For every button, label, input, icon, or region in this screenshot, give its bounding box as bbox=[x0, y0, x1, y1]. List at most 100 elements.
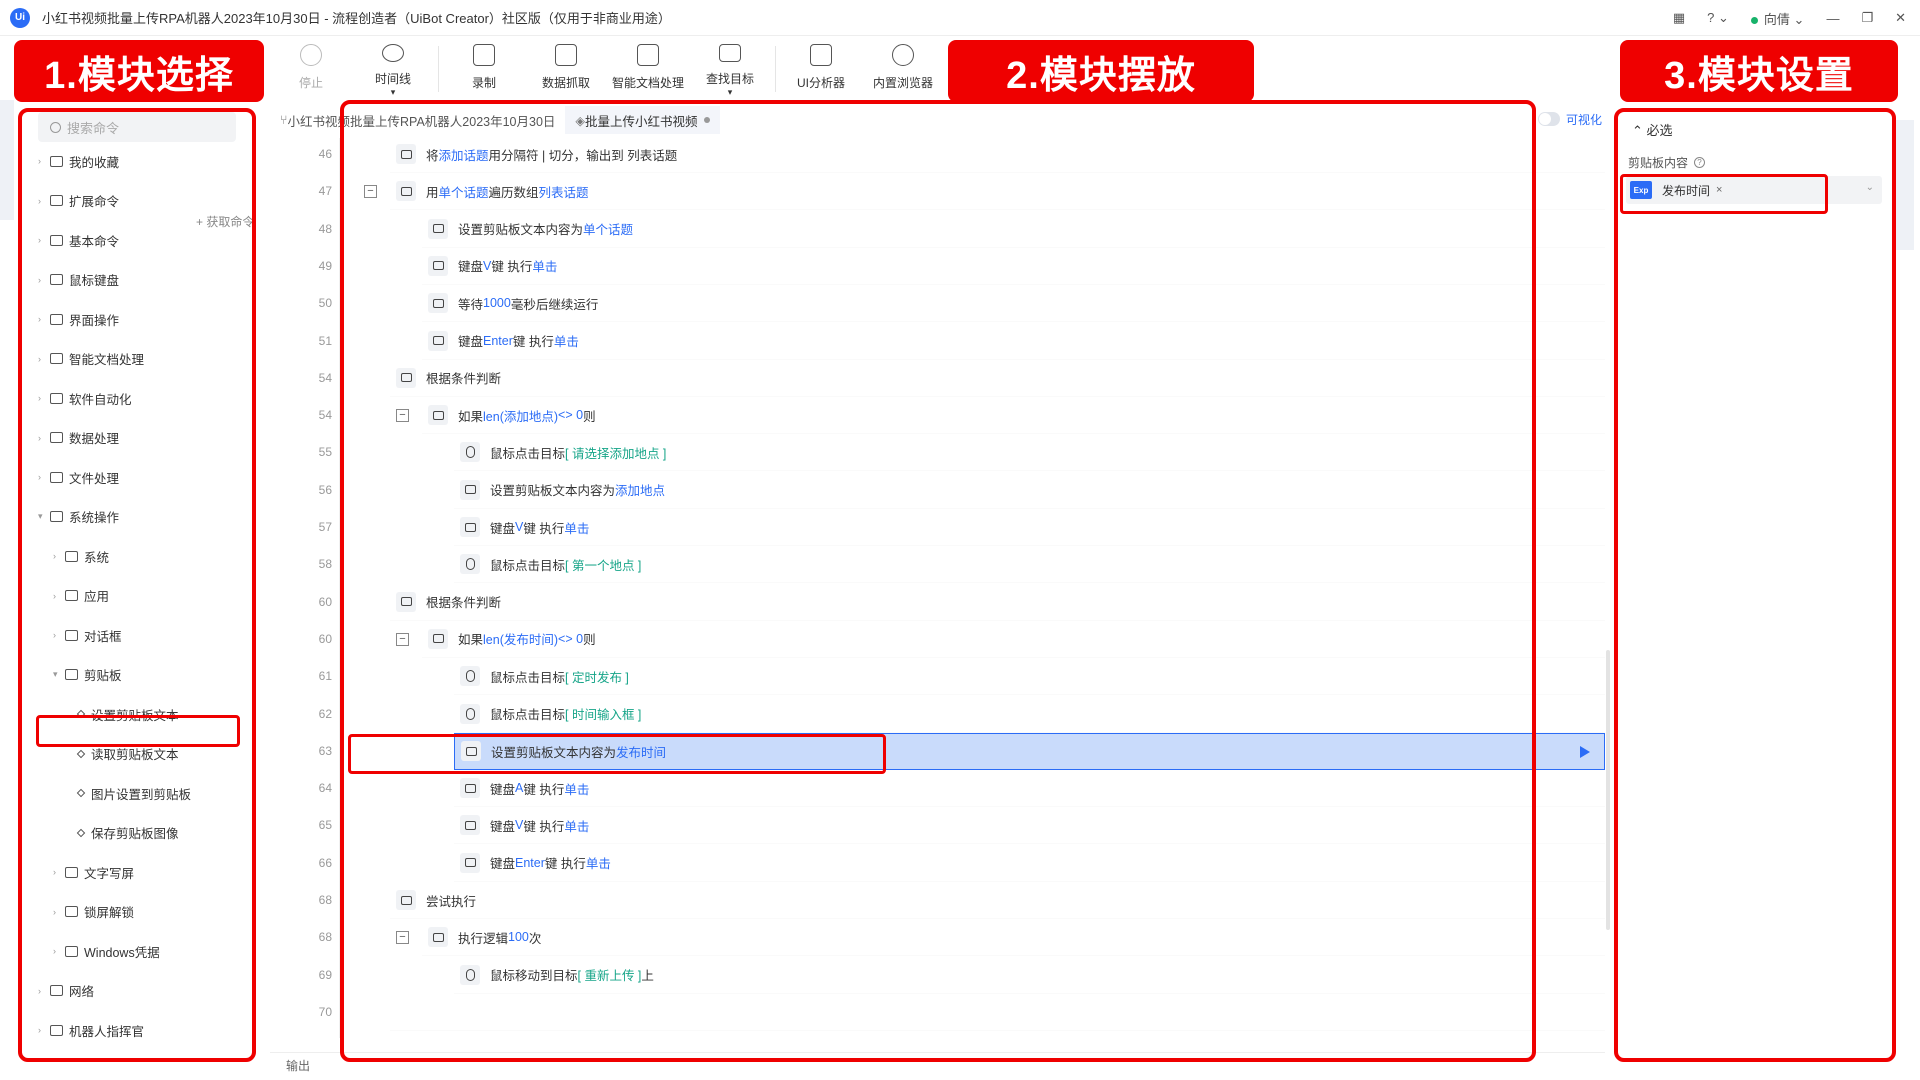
flow-row[interactable]: 尝试执行 bbox=[390, 882, 1605, 919]
toolbar-button-3[interactable]: 数据抓取 bbox=[525, 38, 607, 98]
caret-down-icon[interactable]: ▾ bbox=[38, 511, 50, 522]
minimize-icon[interactable]: — bbox=[1826, 11, 1839, 26]
flow-row[interactable]: 键盘 V 键 执行 单击 bbox=[422, 248, 1605, 285]
collapse-toggle-icon[interactable]: − bbox=[396, 409, 409, 423]
flow-row[interactable]: 执行逻辑 100 次 bbox=[422, 919, 1605, 957]
apps-grid-icon[interactable]: ▦ bbox=[1673, 10, 1685, 26]
flow-row[interactable]: 根据条件判断 bbox=[390, 360, 1605, 397]
flow-row[interactable]: 等待 1000 毫秒后继续运行 bbox=[422, 285, 1605, 323]
flow-row[interactable]: 用 单个话题 遍历数组 列表话题 bbox=[390, 173, 1605, 211]
flow-row[interactable]: 键盘 A 键 执行 单击 bbox=[454, 770, 1605, 808]
tree-item-20[interactable]: › Windows凭据 bbox=[53, 940, 160, 962]
tree-item-10[interactable]: › 系统 bbox=[53, 545, 109, 567]
caret-right-icon[interactable]: › bbox=[38, 314, 50, 324]
tree-item-6[interactable]: › 软件自动化 bbox=[38, 387, 132, 409]
caret-right-icon[interactable]: › bbox=[38, 1025, 50, 1035]
chevron-down-icon[interactable]: ⌄ bbox=[1866, 182, 1874, 193]
tree-item-14[interactable]: 设置剪贴板文本 bbox=[76, 703, 179, 725]
toolbar-button-2[interactable]: 录制 bbox=[443, 38, 525, 98]
caret-down-icon[interactable]: ▾ bbox=[53, 669, 65, 680]
expression-badge[interactable]: Exp bbox=[1630, 181, 1652, 199]
tree-item-22[interactable]: › 机器人指挥官 bbox=[38, 1019, 144, 1041]
flow-row[interactable]: 键盘 V 键 执行 单击 bbox=[454, 509, 1605, 546]
caret-right-icon[interactable]: › bbox=[38, 472, 50, 482]
get-command-button[interactable]: + 获取命令 bbox=[196, 213, 254, 230]
flow-row[interactable]: 鼠标点击目标 [ 第一个地点 ] bbox=[454, 546, 1605, 584]
flow-row[interactable]: 鼠标点击目标 [ 定时发布 ] bbox=[454, 658, 1605, 696]
toolbar-button-4[interactable]: 智能文档处理 bbox=[607, 38, 689, 98]
tree-item-12[interactable]: › 对话框 bbox=[53, 624, 122, 646]
tree-item-7[interactable]: › 数据处理 bbox=[38, 427, 119, 449]
caret-right-icon[interactable]: › bbox=[38, 196, 50, 206]
caret-right-icon[interactable]: › bbox=[53, 946, 65, 956]
help-circle-icon[interactable]: ? bbox=[1694, 157, 1706, 168]
caret-right-icon[interactable]: › bbox=[53, 551, 65, 561]
caret-right-icon[interactable]: › bbox=[53, 867, 65, 877]
tree-item-3[interactable]: › 鼠标键盘 bbox=[38, 269, 119, 291]
caret-right-icon[interactable]: › bbox=[38, 275, 50, 285]
required-section-header[interactable]: ⌃ 必选 bbox=[1632, 120, 1673, 139]
tree-item-9[interactable]: ▾ 系统操作 bbox=[38, 506, 119, 528]
tree-item-2[interactable]: › 基本命令 bbox=[38, 229, 119, 251]
flow-row[interactable]: 将 添加话题 用分隔符 | 切分，输出到 列表话题 bbox=[390, 136, 1605, 173]
toolbar-button-1[interactable]: 时间线 ▾ bbox=[352, 38, 434, 98]
toolbar-button-7[interactable]: 内置浏览器 bbox=[862, 38, 944, 98]
tree-item-5[interactable]: › 智能文档处理 bbox=[38, 348, 144, 370]
tree-item-21[interactable]: › 网络 bbox=[38, 980, 94, 1002]
flow-row[interactable]: 根据条件判断 bbox=[390, 584, 1605, 621]
collapse-toggle-icon[interactable]: − bbox=[364, 185, 377, 199]
flow-row[interactable]: 设置剪贴板文本内容为 添加地点 bbox=[454, 472, 1605, 509]
flow-row[interactable]: 键盘 Enter 键 执行 单击 bbox=[454, 845, 1605, 882]
tree-item-16[interactable]: 图片设置到剪贴板 bbox=[76, 782, 191, 804]
toolbar-button-0[interactable]: 停止 bbox=[270, 38, 352, 98]
caret-right-icon[interactable]: › bbox=[53, 907, 65, 917]
editor-tab-0[interactable]: ⑂ 小红书视频批量上传RPA机器人2023年10月30日 bbox=[270, 106, 565, 134]
tree-item-13[interactable]: ▾ 剪贴板 bbox=[53, 664, 122, 686]
tree-item-0[interactable]: › 我的收藏 bbox=[38, 150, 119, 172]
clipboard-content-input[interactable]: Exp 发布时间 × ⌄ bbox=[1626, 176, 1882, 204]
search-input[interactable]: 搜索命令 bbox=[38, 112, 236, 142]
caret-right-icon[interactable]: › bbox=[53, 591, 65, 601]
toolbar-button-5[interactable]: 查找目标 ▾ bbox=[689, 38, 771, 98]
run-play-icon[interactable] bbox=[1580, 745, 1590, 758]
restore-icon[interactable]: ❐ bbox=[1861, 10, 1873, 26]
tree-item-11[interactable]: › 应用 bbox=[53, 585, 109, 607]
tree-item-8[interactable]: › 文件处理 bbox=[38, 466, 119, 488]
toggle-switch-icon[interactable] bbox=[1538, 112, 1560, 126]
flow-row[interactable]: 鼠标移动到目标 [ 重新上传 ] 上 bbox=[454, 957, 1605, 994]
editor-tab-1[interactable]: ◈ 批量上传小红书视频 bbox=[565, 106, 720, 134]
caret-right-icon[interactable]: › bbox=[53, 630, 65, 640]
caret-right-icon[interactable]: › bbox=[38, 393, 50, 403]
caret-right-icon[interactable]: › bbox=[38, 235, 50, 245]
tree-item-18[interactable]: › 文字写屏 bbox=[53, 861, 134, 883]
help-icon[interactable]: ? ⌄ bbox=[1707, 10, 1729, 26]
close-icon[interactable]: ✕ bbox=[1895, 10, 1906, 26]
tree-item-4[interactable]: › 界面操作 bbox=[38, 308, 119, 330]
flow-row[interactable]: 鼠标点击目标 [ 请选择添加地点 ] bbox=[454, 434, 1605, 472]
flow-row[interactable]: 设置剪贴板文本内容为 发布时间 bbox=[454, 732, 1605, 770]
tree-item-17[interactable]: 保存剪贴板图像 bbox=[76, 822, 179, 844]
tree-item-1[interactable]: › 扩展命令 bbox=[38, 190, 119, 212]
caret-right-icon[interactable]: › bbox=[38, 156, 50, 166]
tree-item-19[interactable]: › 锁屏解锁 bbox=[53, 901, 134, 923]
clear-value-icon[interactable]: × bbox=[1716, 184, 1722, 196]
left-side-strip[interactable] bbox=[0, 100, 14, 220]
visual-toggle[interactable]: 可视化 bbox=[1538, 108, 1602, 130]
tree-item-15[interactable]: 读取剪贴板文本 bbox=[76, 743, 179, 765]
toolbar-button-6[interactable]: UI分析器 bbox=[780, 38, 862, 98]
flow-row[interactable]: 如果 len(发布时间) <> 0 则 bbox=[422, 621, 1605, 658]
flow-row[interactable]: 如果 len(添加地点) <> 0 则 bbox=[422, 397, 1605, 435]
caret-right-icon[interactable]: › bbox=[38, 354, 50, 364]
caret-right-icon[interactable]: › bbox=[38, 433, 50, 443]
flow-row[interactable] bbox=[390, 994, 1605, 1031]
flow-row[interactable]: 设置剪贴板文本内容为 单个话题 bbox=[422, 211, 1605, 248]
editor-scrollbar[interactable] bbox=[1606, 650, 1610, 930]
caret-right-icon[interactable]: › bbox=[38, 986, 50, 996]
right-side-strip[interactable] bbox=[1896, 120, 1914, 250]
flow-row[interactable]: 键盘 V 键 执行 单击 bbox=[454, 807, 1605, 845]
collapse-toggle-icon[interactable]: − bbox=[396, 632, 409, 646]
flow-row[interactable]: 键盘 Enter 键 执行 单击 bbox=[422, 323, 1605, 360]
user-menu[interactable]: 向倩 ⌄ bbox=[1750, 9, 1804, 28]
flow-row[interactable]: 鼠标点击目标 [ 时间输入框 ] bbox=[454, 696, 1605, 733]
collapse-toggle-icon[interactable]: − bbox=[396, 931, 409, 945]
